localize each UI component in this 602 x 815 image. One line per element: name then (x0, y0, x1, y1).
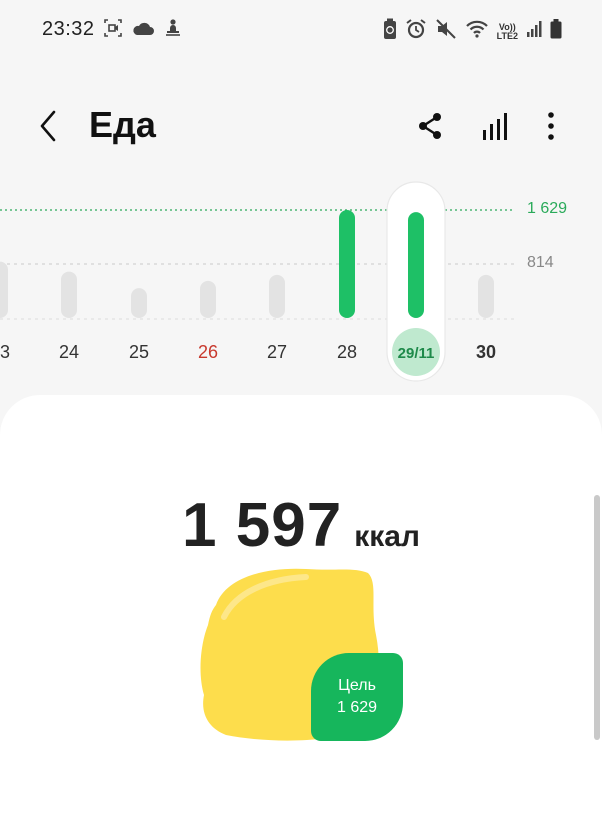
chart-bar-30 (478, 274, 494, 318)
x-tick-label: 29/11 (398, 345, 435, 362)
lte-bottom-label: LTE2 (496, 30, 518, 41)
screen-recorder-icon (103, 18, 123, 43)
page-title: Еда (89, 104, 156, 145)
wifi-icon (465, 19, 489, 44)
status-bar: 23:32 Vo)) LTE2 (0, 0, 602, 60)
app-header: Еда (0, 90, 602, 162)
goal-badge-label: Цель (338, 677, 376, 694)
signal-icon (526, 20, 542, 43)
x-tick-label: 27 (267, 342, 287, 362)
cloud-icon (131, 19, 155, 42)
back-button[interactable] (34, 108, 64, 144)
chart-svg: 23 24 25 26 27 28 29/11 30 (0, 181, 515, 382)
summary-card: 1 597 ккал Цель 1 629 (0, 395, 602, 815)
more-icon (548, 112, 554, 140)
kcal-value: 1 597 (182, 491, 343, 560)
x-tick-label: 23 (0, 342, 10, 362)
x-tick-label: 25 (129, 342, 149, 362)
alarm-icon (405, 18, 427, 45)
chart-bar-27 (269, 274, 285, 318)
chart-bar-25 (131, 288, 147, 318)
x-tick-label: 24 (59, 342, 79, 362)
status-time: 23:32 (42, 18, 95, 40)
mute-icon (435, 18, 457, 45)
status-right-icons: Vo)) LTE2 (383, 18, 562, 45)
stats-button[interactable] (479, 110, 511, 142)
lte-icon: Vo)) LTE2 (496, 22, 518, 41)
share-icon (419, 113, 441, 139)
goal-line-label: 1 629 (527, 200, 568, 217)
kcal-unit: ккал (354, 520, 420, 553)
chart-bar-28 (339, 210, 355, 318)
share-button[interactable] (414, 110, 446, 142)
battery-icon (550, 19, 562, 44)
meditation-icon (163, 18, 183, 43)
chart-bar-23 (0, 261, 8, 318)
goal-badge-value: 1 629 (336, 699, 378, 716)
x-tick-label: 26 (198, 342, 218, 362)
back-icon (40, 110, 56, 142)
mid-line-label: 814 (527, 254, 554, 272)
more-options-button[interactable] (535, 110, 567, 142)
chart-bar-24 (61, 271, 77, 318)
battery-saver-icon (383, 18, 397, 45)
x-tick-label: 28 (337, 342, 357, 362)
status-left-icons (103, 18, 183, 43)
scrollbar[interactable] (594, 495, 600, 740)
x-tick-label: 30 (476, 342, 496, 362)
stats-icon (483, 113, 507, 140)
goal-badge: Цель 1 629 (311, 653, 403, 741)
calorie-chart: 23 24 25 26 27 28 29/11 30 1 629 814 (0, 180, 602, 390)
chart-bar-26 (200, 280, 216, 318)
chart-bar-29/11 (408, 212, 424, 318)
kcal-summary: 1 597 ккал (0, 490, 602, 561)
